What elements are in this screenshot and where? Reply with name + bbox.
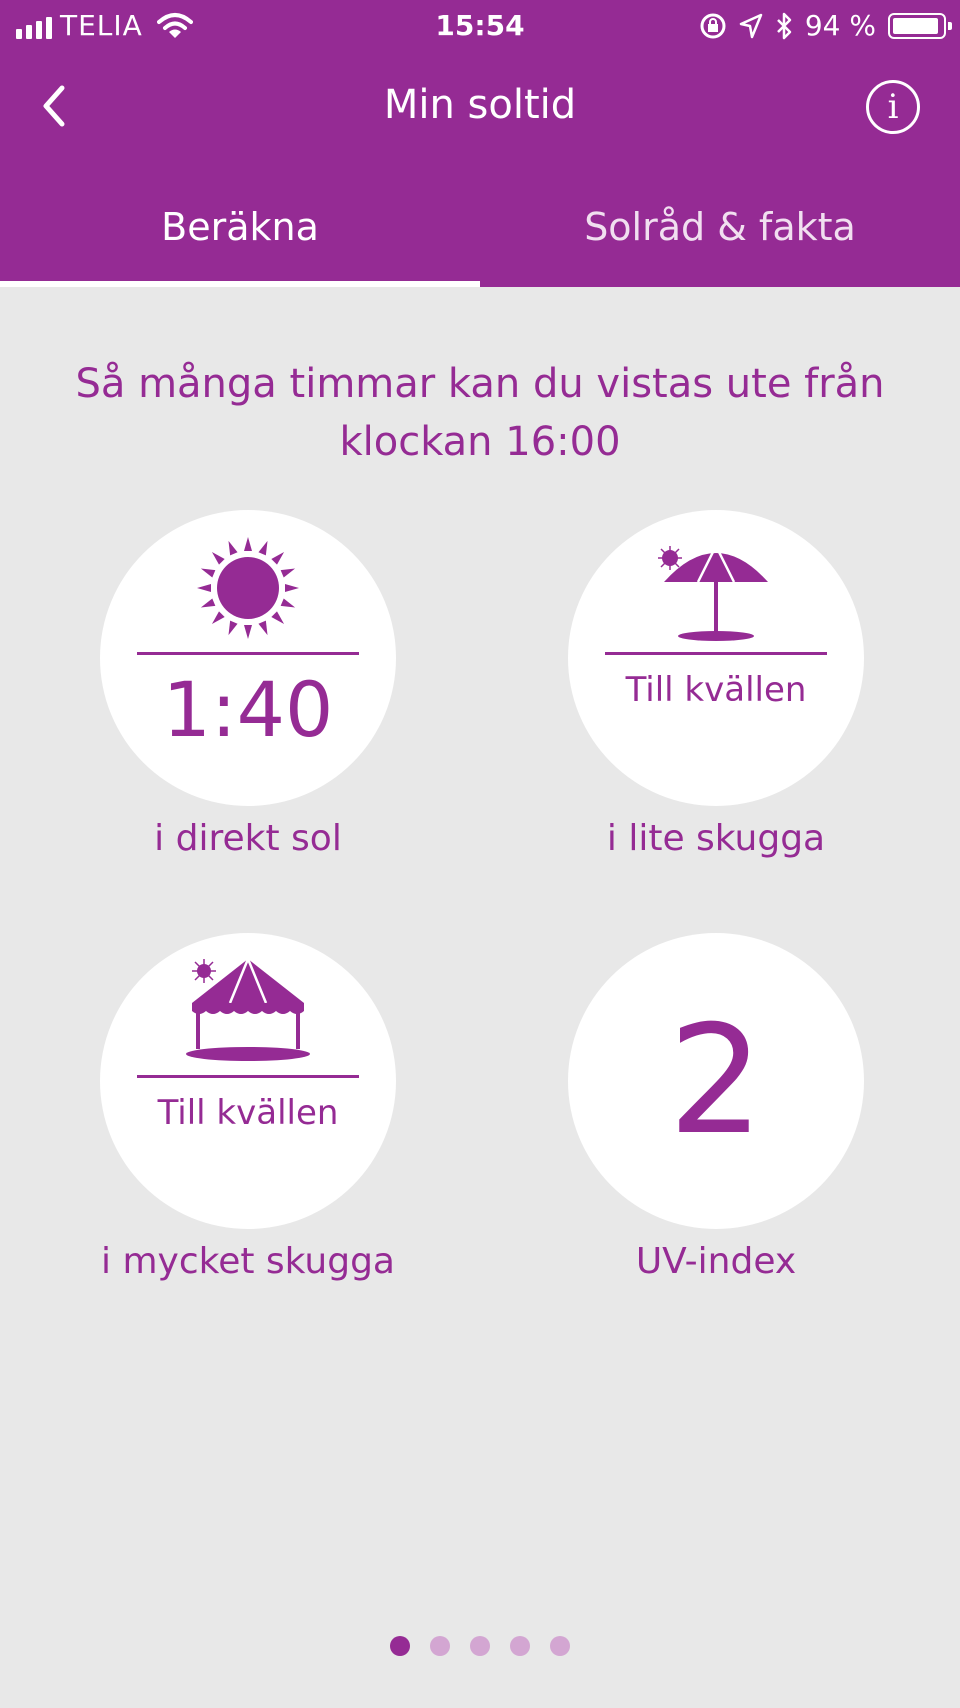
direct-sun-card[interactable]: 1:40 — [100, 510, 396, 806]
app-header: TELIA 15:54 94 % Min soltid i Beräkna So… — [0, 0, 960, 287]
page-dot[interactable] — [550, 1636, 570, 1656]
uv-index-card[interactable]: 2 — [568, 933, 864, 1229]
much-shade-caption: i mycket skugga — [101, 1241, 395, 1282]
active-tab-indicator — [0, 281, 480, 287]
bluetooth-icon — [776, 12, 792, 39]
direct-sun-time: 1:40 — [162, 665, 334, 754]
page-indicator — [0, 1636, 960, 1656]
little-shade-value: Till kvällen — [625, 670, 807, 710]
page-title: Min soltid — [383, 82, 577, 128]
location-arrow-icon — [739, 13, 763, 38]
card-divider — [137, 1075, 359, 1078]
direct-sun-caption: i direkt sol — [154, 818, 342, 859]
parasol-icon — [658, 545, 768, 641]
little-shade-caption: i lite skugga — [606, 818, 826, 859]
nav-bar: Min soltid i — [0, 60, 960, 152]
little-shade-card[interactable]: Till kvällen — [568, 510, 864, 806]
page-dot[interactable] — [390, 1636, 410, 1656]
uv-index-value: 2 — [668, 994, 764, 1168]
pavilion-icon — [186, 958, 310, 1061]
status-bar: TELIA 15:54 94 % — [0, 0, 960, 54]
sun-icon — [197, 537, 299, 639]
uv-index-caption: UV-index — [635, 1241, 797, 1282]
card-divider — [605, 652, 827, 655]
card-divider — [137, 652, 359, 655]
info-button[interactable]: i — [866, 80, 920, 134]
tab-berakna[interactable]: Beräkna — [0, 180, 480, 287]
much-shade-value: Till kvällen — [157, 1093, 339, 1133]
battery-percent: 94 % — [804, 9, 876, 42]
headline: Så många timmar kan du vistas ute från k… — [75, 361, 885, 465]
orientation-lock-icon — [700, 13, 726, 38]
tab-solrad-fakta[interactable]: Solråd & fakta — [480, 180, 960, 287]
page-dot[interactable] — [430, 1636, 450, 1656]
page-dot[interactable] — [510, 1636, 530, 1656]
page-dot[interactable] — [470, 1636, 490, 1656]
battery-icon — [888, 12, 952, 39]
much-shade-card[interactable]: Till kvällen — [100, 933, 396, 1229]
info-icon: i — [887, 87, 899, 127]
tab-bar: Beräkna Solråd & fakta — [0, 180, 960, 287]
